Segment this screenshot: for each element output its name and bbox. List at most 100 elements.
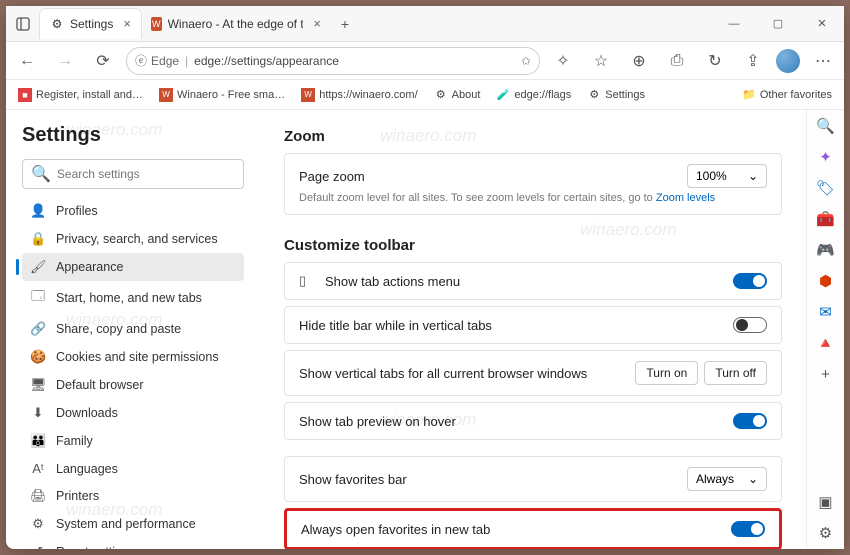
tab-settings[interactable]: ⚙ Settings ×: [40, 9, 141, 39]
search-icon: 🔍: [31, 164, 51, 184]
toggle-open-fav-new-tab[interactable]: [731, 521, 765, 537]
favorites-bar-dropdown[interactable]: Always ⌄: [687, 467, 767, 491]
edge-sidebar: 🔍 ✦ 🏷 🧰 🎮 ⬢ ✉ 🔺 + ▣ ⚙: [806, 110, 844, 549]
nav-item-default[interactable]: 🖥Default browser: [22, 371, 244, 399]
extensions-icon[interactable]: ✧: [548, 46, 578, 76]
gear-icon: ⚙: [50, 17, 64, 31]
zoom-levels-link[interactable]: Zoom levels: [656, 192, 715, 204]
nav-item-reset[interactable]: ↺ Reset settings: [22, 538, 244, 549]
cookie-icon: 🍪: [30, 349, 46, 365]
reader-icon[interactable]: ✩: [521, 54, 531, 68]
tools-icon[interactable]: 🧰: [816, 209, 836, 229]
history-icon[interactable]: ↻: [700, 46, 730, 76]
page-zoom-label: Page zoom: [299, 169, 365, 184]
menu-button[interactable]: ⋯: [808, 46, 838, 76]
coupons-icon[interactable]: 🏷: [816, 178, 836, 198]
lang-icon: Aᵗ: [30, 461, 46, 476]
settings-content: Zoom Page zoom 100% ⌄ Default zoom level…: [260, 110, 806, 549]
search-input[interactable]: [57, 167, 235, 181]
address-bar[interactable]: ⓔ Edge | edge://settings/appearance ✩: [126, 47, 540, 75]
person-icon: 👤: [30, 203, 46, 219]
add-icon[interactable]: +: [816, 364, 836, 384]
new-tab-button[interactable]: +: [331, 16, 359, 32]
profile-avatar[interactable]: [776, 49, 800, 73]
tab-winaero[interactable]: W Winaero - At the edge of tweaki… ×: [141, 9, 331, 39]
toggle-tab-actions[interactable]: [733, 273, 767, 289]
nav-label: Family: [56, 434, 93, 448]
nav-label: Appearance: [56, 260, 123, 274]
lock-icon: 🔒: [30, 231, 46, 247]
share-icon: 🔗: [30, 321, 46, 337]
title-bar: ⚙ Settings × W Winaero - At the edge of …: [6, 6, 844, 42]
content-area: Settings 🔍 👤Profiles🔒Privacy, search, an…: [6, 110, 844, 549]
reset-icon: ↺: [30, 544, 46, 549]
office-icon[interactable]: ⬢: [816, 271, 836, 291]
settings-gear-icon[interactable]: ⚙: [816, 523, 836, 543]
games-icon[interactable]: 🎮: [816, 240, 836, 260]
turn-on-button[interactable]: Turn on: [635, 361, 698, 385]
card-favorites-bar: Show favorites bar Always ⌄: [284, 456, 782, 502]
nav-item-family[interactable]: 👪 Family: [22, 427, 244, 455]
bookmark-item[interactable]: Whttps://winaero.com/: [295, 86, 423, 104]
section-customize-toolbar: Customize toolbar: [284, 237, 782, 254]
appearance-icon: 🖌: [30, 259, 46, 275]
forward-button: →: [50, 46, 80, 76]
close-icon[interactable]: ×: [123, 16, 131, 31]
sparkle-icon[interactable]: ✦: [816, 147, 836, 167]
section-zoom: Zoom: [284, 128, 782, 145]
bookmark-item[interactable]: ■Register, install and…: [12, 86, 149, 104]
close-icon[interactable]: ×: [313, 16, 321, 31]
site-identity: ⓔ Edge: [135, 52, 179, 69]
nav-item-share[interactable]: 🔗 Share, copy and paste: [22, 315, 244, 343]
panel-icon[interactable]: [6, 17, 40, 31]
nav-item-cookies[interactable]: 🍪 Cookies and site permissions: [22, 343, 244, 371]
search-icon[interactable]: 🔍: [816, 116, 836, 136]
chevron-down-icon: ⌄: [748, 169, 758, 183]
collapse-sidebar-icon[interactable]: ▣: [816, 492, 836, 512]
nav-label: Privacy, search, and services: [56, 232, 218, 246]
card-page-zoom: Page zoom 100% ⌄ Default zoom level for …: [284, 153, 782, 215]
nav-label: Cookies and site permissions: [56, 350, 219, 364]
bookmark-item[interactable]: ⚙About: [428, 86, 487, 104]
nav-item-profiles[interactable]: 👤Profiles: [22, 197, 244, 225]
close-button[interactable]: ✕: [800, 6, 844, 42]
page-zoom-dropdown[interactable]: 100% ⌄: [687, 164, 767, 188]
nav-label: Reset settings: [56, 545, 135, 549]
nav-item-appearance[interactable]: 🖌 Appearance: [22, 253, 244, 281]
family-icon: 👪: [30, 433, 46, 449]
turn-off-button[interactable]: Turn off: [704, 361, 767, 385]
edge-icon: ⓔ: [135, 52, 147, 69]
url-toolbar: ← → ⟳ ⓔ Edge | edge://settings/appearanc…: [6, 42, 844, 80]
refresh-button[interactable]: ⟳: [88, 46, 118, 76]
back-button[interactable]: ←: [12, 46, 42, 76]
nav-item-printers[interactable]: 🖨Printers: [22, 482, 244, 510]
maximize-button[interactable]: ▢: [756, 6, 800, 42]
nav-label: Start, home, and new tabs: [56, 291, 202, 305]
nav-item-system[interactable]: ⚙System and performance: [22, 510, 244, 538]
bookmark-item[interactable]: ⚙Settings: [581, 86, 651, 104]
outlook-icon[interactable]: ✉: [816, 302, 836, 322]
screenshot-icon[interactable]: ⎙: [662, 46, 692, 76]
nav-item-languages[interactable]: AᵗLanguages: [22, 455, 244, 482]
minimize-button[interactable]: —: [712, 6, 756, 42]
bookmark-item[interactable]: WWinaero - Free sma…: [153, 86, 291, 104]
nav-label: Share, copy and paste: [56, 322, 181, 336]
drop-icon[interactable]: 🔺: [816, 333, 836, 353]
nav-label: Downloads: [56, 406, 118, 420]
nav-item-downloads[interactable]: ⬇Downloads: [22, 399, 244, 427]
favorites-icon[interactable]: ☆: [586, 46, 616, 76]
nav-label: System and performance: [56, 517, 196, 531]
share-icon[interactable]: ⇪: [738, 46, 768, 76]
toggle-tab-preview[interactable]: [733, 413, 767, 429]
collections-icon[interactable]: ⊕: [624, 46, 654, 76]
page-zoom-sub: Default zoom level for all sites. To see…: [299, 192, 767, 204]
browser-icon: 🖥: [30, 377, 46, 393]
toggle-hide-titlebar[interactable]: [733, 317, 767, 333]
other-favorites[interactable]: 📁Other favorites: [736, 86, 838, 104]
nav-item-start[interactable]: 🗔 Start, home, and new tabs: [22, 281, 244, 315]
bookmark-item[interactable]: 🧪edge://flags: [490, 86, 577, 104]
nav-item-privacy[interactable]: 🔒 Privacy, search, and services: [22, 225, 244, 253]
tab-icon: 🗔: [30, 287, 46, 309]
card-vertical-tabs: Show vertical tabs for all current brows…: [284, 350, 782, 396]
search-settings[interactable]: 🔍: [22, 159, 244, 189]
